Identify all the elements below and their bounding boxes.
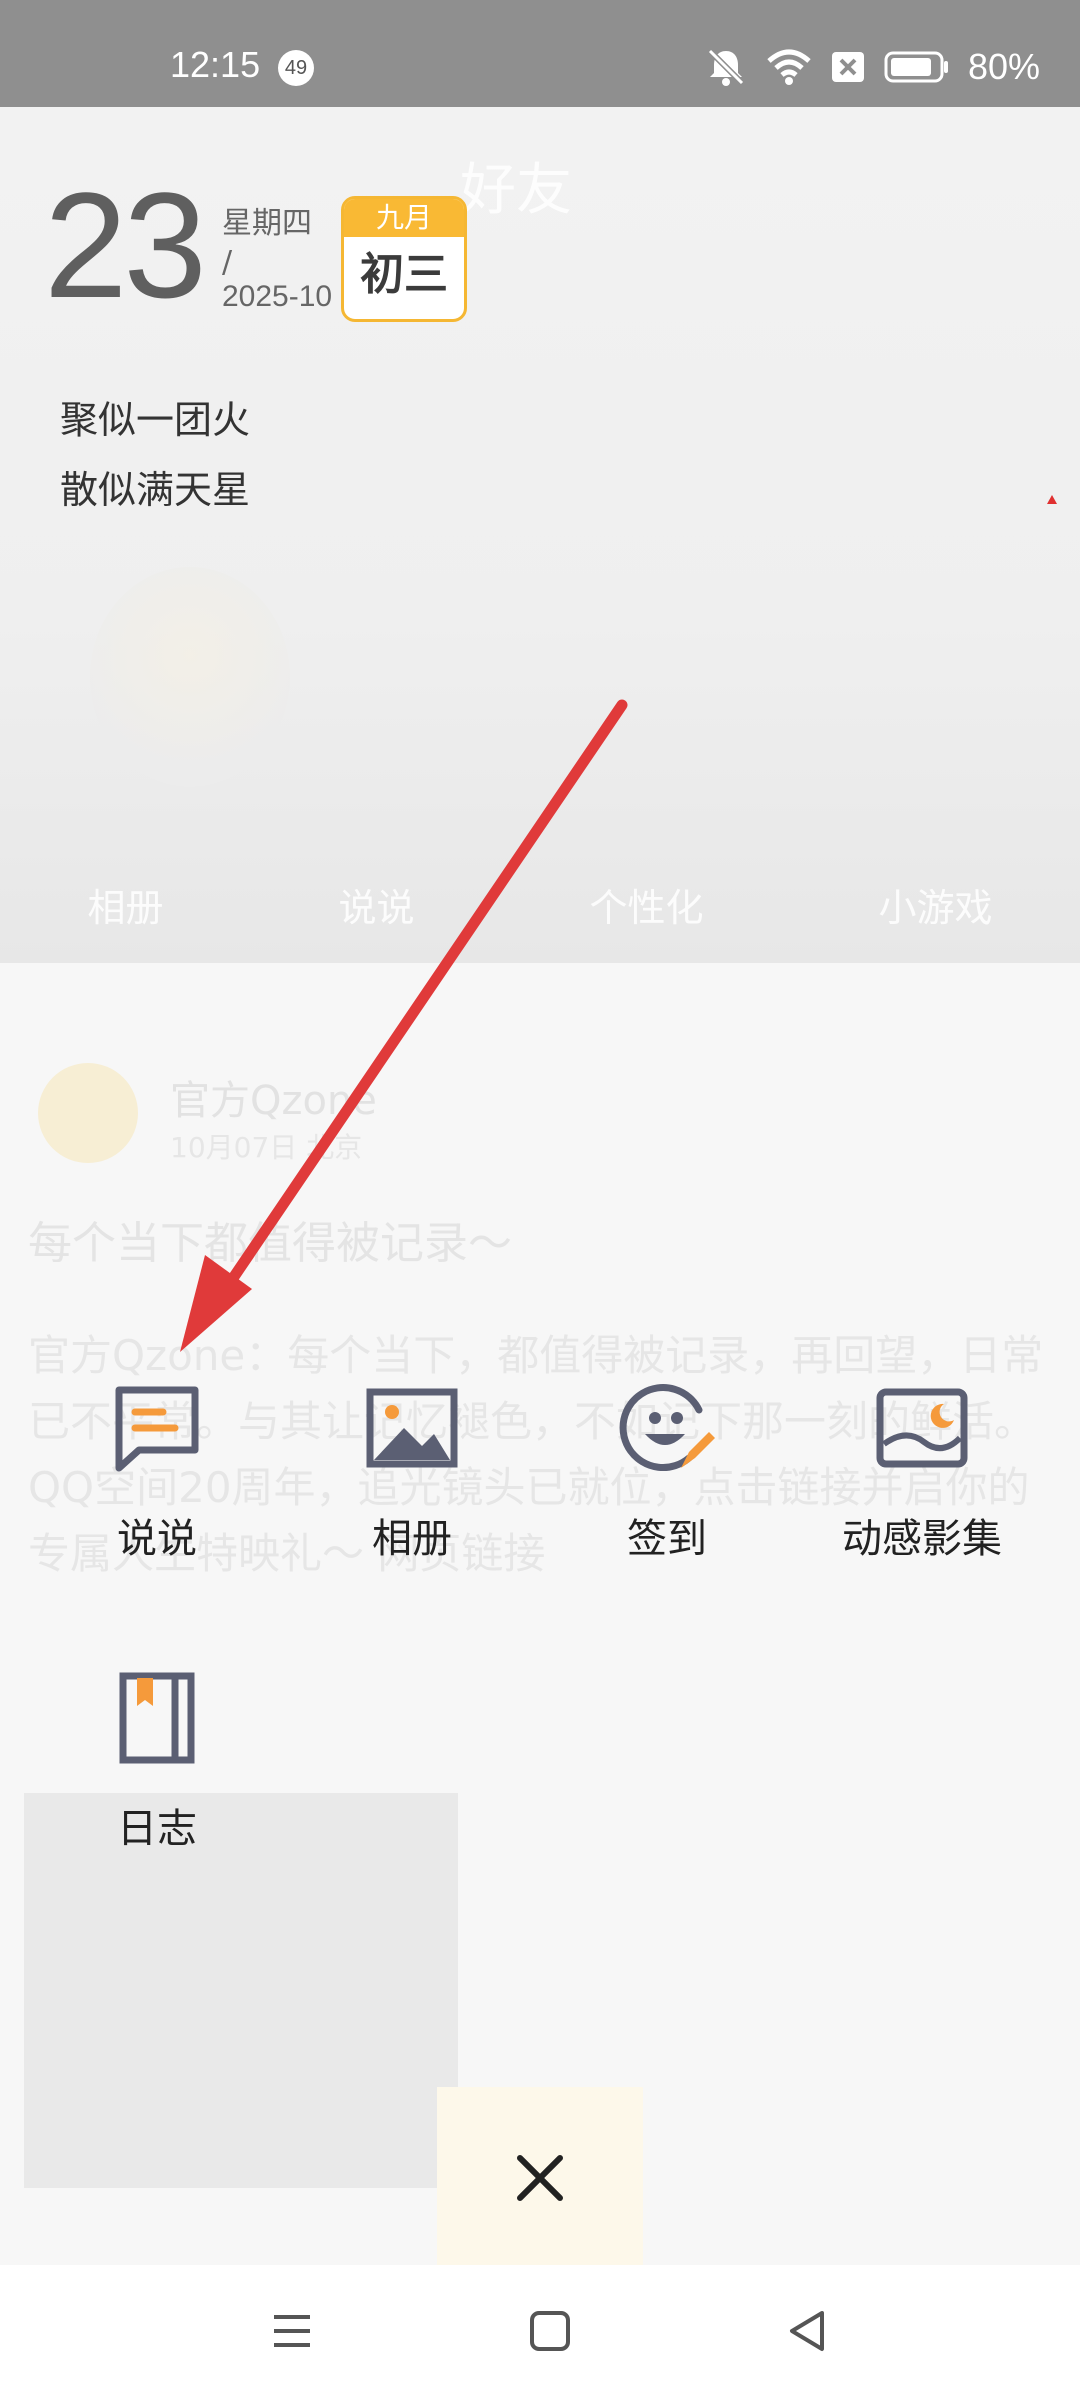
dynamic-album-label: 动感影集 xyxy=(842,1516,1002,1562)
dynamic-album-icon xyxy=(876,1388,968,1468)
album-label: 相册 xyxy=(372,1516,452,1562)
system-nav-bar xyxy=(0,2265,1080,2400)
journal-book-icon xyxy=(119,1672,195,1764)
back-icon[interactable] xyxy=(778,2301,838,2361)
checkin-label: 签到 xyxy=(627,1516,707,1562)
publish-journal-button[interactable]: 日志 xyxy=(37,1670,277,1854)
home-icon[interactable] xyxy=(520,2301,580,2361)
shuoshuo-label: 说说 xyxy=(117,1516,197,1562)
publish-checkin-button[interactable]: 签到 xyxy=(547,1380,787,1564)
menu-icon[interactable] xyxy=(262,2301,322,2361)
journal-label: 日志 xyxy=(117,1806,197,1852)
annotation-arrow xyxy=(180,699,628,1352)
close-icon[interactable] xyxy=(500,2138,580,2218)
publish-album-button[interactable]: 相册 xyxy=(292,1380,532,1564)
photo-album-icon xyxy=(366,1388,458,1468)
publish-dynamic-album-button[interactable]: 动感影集 xyxy=(802,1380,1042,1564)
speech-bubble-icon xyxy=(115,1386,199,1472)
check-in-smile-icon xyxy=(619,1384,715,1471)
publish-shuoshuo-button[interactable]: 说说 xyxy=(37,1380,277,1564)
